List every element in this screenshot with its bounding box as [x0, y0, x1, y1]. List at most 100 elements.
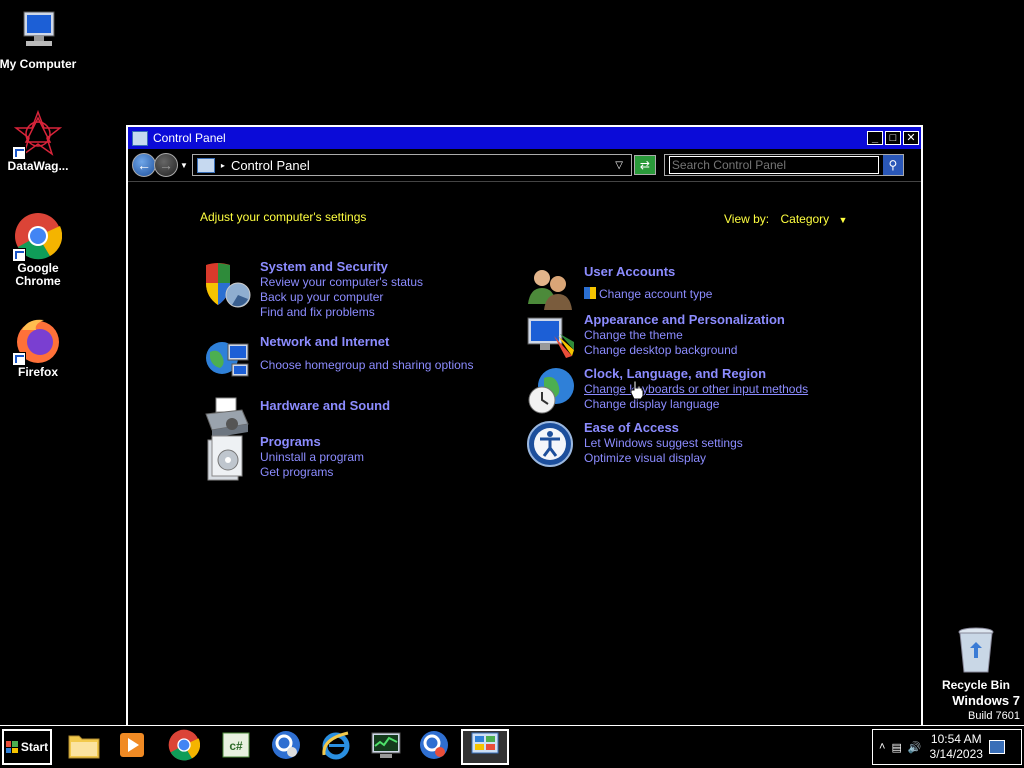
internet-explorer-icon [320, 729, 352, 766]
category-title[interactable]: Programs [260, 434, 364, 449]
task-link[interactable]: Uninstall a program [260, 450, 364, 465]
taskbar: Start c# ˄ ▤ 🔊 10:54 AM 3/14/2023 [0, 725, 1024, 768]
category-programs: Programs Uninstall a program Get program… [202, 434, 364, 484]
svg-text:c#: c# [229, 739, 243, 753]
recycle-bin-label: Recycle Bin [941, 678, 1011, 692]
shield-icon [202, 259, 252, 309]
taskbar-search-app[interactable] [266, 729, 306, 765]
windows-version-watermark: Windows 7 [952, 693, 1020, 708]
control-panel-icon [196, 157, 215, 173]
network-tray-icon[interactable]: ▤ [891, 741, 901, 754]
chevron-down-icon: ▼ [838, 215, 848, 225]
volume-icon[interactable]: 🔊 [908, 741, 922, 754]
task-link[interactable]: Choose homegroup and sharing options [260, 358, 473, 373]
start-label: Start [20, 740, 49, 754]
address-history-dropdown[interactable]: ▽ [615, 160, 623, 171]
taskbar-search-app-2[interactable] [414, 729, 454, 765]
taskbar-control-panel[interactable] [461, 729, 509, 765]
shortcut-arrow-icon [12, 146, 26, 160]
task-link[interactable]: Review your computer's status [260, 275, 423, 290]
task-link[interactable]: Change desktop background [584, 343, 785, 358]
refresh-icon: ⇄ [639, 158, 650, 172]
address-bar[interactable]: ▸ Control Panel ▽ [191, 154, 632, 176]
task-link[interactable]: Back up your computer [260, 290, 423, 305]
breadcrumb-control-panel[interactable]: Control Panel [231, 158, 615, 173]
close-button[interactable]: ✕ [903, 131, 919, 145]
task-link[interactable]: Change display language [584, 397, 808, 412]
users-icon [526, 264, 576, 314]
recycle-bin-icon [956, 626, 996, 674]
desktop-icon-datawag[interactable]: DataWag... [0, 109, 80, 173]
control-panel-icon [470, 731, 500, 764]
taskbar-explorer[interactable] [64, 729, 104, 765]
taskbar-task-monitor[interactable] [366, 729, 406, 765]
media-player-icon [117, 730, 147, 765]
chrome-icon [12, 212, 63, 262]
shortcut-arrow-icon [12, 352, 26, 366]
category-title[interactable]: Ease of Access [584, 420, 743, 435]
search-input[interactable] [668, 156, 879, 174]
recent-pages-dropdown[interactable]: ▼ [180, 161, 188, 170]
ease-of-access-icon [526, 420, 576, 470]
category-title[interactable]: Hardware and Sound [260, 398, 390, 413]
clock-globe-icon [526, 366, 576, 416]
control-panel-icon [132, 130, 148, 146]
task-link-label: Change account type [599, 287, 713, 301]
back-button[interactable]: ← [132, 153, 156, 177]
datawag-icon [12, 109, 63, 160]
desktop-icon-firefox[interactable]: Firefox [0, 316, 80, 379]
view-by-value[interactable]: Category [780, 212, 829, 226]
system-tray: ˄ ▤ 🔊 10:54 AM 3/14/2023 [872, 729, 1022, 765]
title-bar[interactable]: Control Panel _ □ ✕ [128, 127, 921, 149]
clock-date: 3/14/2023 [929, 747, 983, 761]
view-by-control[interactable]: View by: Category ▼ [724, 212, 847, 226]
navigation-bar: ← → ▼ ▸ Control Panel ▽ ⇄ ⚲ [128, 149, 921, 182]
clock[interactable]: 10:54 AM 3/14/2023 [930, 732, 983, 762]
desktop-icon-label: DataWag... [7, 159, 69, 173]
category-title[interactable]: Appearance and Personalization [584, 312, 785, 327]
minimize-button[interactable]: _ [867, 131, 883, 145]
control-panel-content: Adjust your computer's settings View by:… [128, 183, 921, 725]
network-globe-icon [202, 334, 252, 384]
taskbar-csharp[interactable]: c# [216, 729, 256, 765]
forward-button[interactable]: → [154, 153, 178, 177]
category-title[interactable]: System and Security [260, 259, 423, 274]
category-title[interactable]: Clock, Language, and Region [584, 366, 808, 381]
firefox-icon [12, 316, 62, 366]
task-link[interactable]: Change the theme [584, 328, 785, 343]
category-appearance-and-personalization: Appearance and Personalization Change th… [526, 312, 785, 362]
desktop-icon-label: Firefox [17, 365, 58, 379]
task-link[interactable]: Optimize visual display [584, 451, 743, 466]
task-link[interactable]: Find and fix problems [260, 305, 423, 320]
task-monitor-icon [370, 730, 402, 765]
taskbar-chrome[interactable] [164, 729, 204, 765]
category-title[interactable]: Network and Internet [260, 334, 473, 349]
programs-icon [202, 434, 252, 484]
desktop-icon-chrome[interactable]: Google Chrome [0, 212, 80, 288]
page-heading: Adjust your computer's settings [200, 210, 367, 224]
task-link[interactable]: Change account type [584, 287, 712, 302]
window-title: Control Panel [153, 131, 226, 145]
maximize-button[interactable]: □ [885, 131, 901, 145]
taskbar-internet-explorer[interactable] [316, 729, 356, 765]
forward-arrow-icon: → [159, 157, 173, 173]
category-title[interactable]: User Accounts [584, 264, 712, 279]
search-button[interactable]: ⚲ [882, 155, 903, 175]
chevron-right-icon[interactable]: ▸ [221, 161, 225, 170]
category-ease-of-access: Ease of Access Let Windows suggest setti… [526, 420, 743, 470]
start-button[interactable]: Start [2, 729, 52, 765]
hand-cursor-icon [630, 380, 644, 400]
desktop-icon-recycle-bin[interactable]: Recycle Bin [938, 626, 1014, 692]
refresh-button[interactable]: ⇄ [633, 155, 656, 175]
task-link[interactable]: Get programs [260, 465, 364, 480]
uac-shield-icon [584, 287, 596, 299]
task-link[interactable]: Let Windows suggest settings [584, 436, 743, 451]
my-computer-icon [14, 8, 62, 56]
show-desktop-button[interactable] [988, 740, 1005, 754]
show-hidden-icons-icon[interactable]: ˄ [879, 741, 885, 753]
task-link[interactable]: Change keyboards or other input methods [584, 382, 808, 397]
desktop-icon-my-computer[interactable]: My Computer [0, 8, 80, 71]
windows-build-watermark: Build 7601 [968, 710, 1020, 722]
category-system-and-security: System and Security Review your computer… [202, 259, 423, 320]
taskbar-media-player[interactable] [112, 729, 152, 765]
